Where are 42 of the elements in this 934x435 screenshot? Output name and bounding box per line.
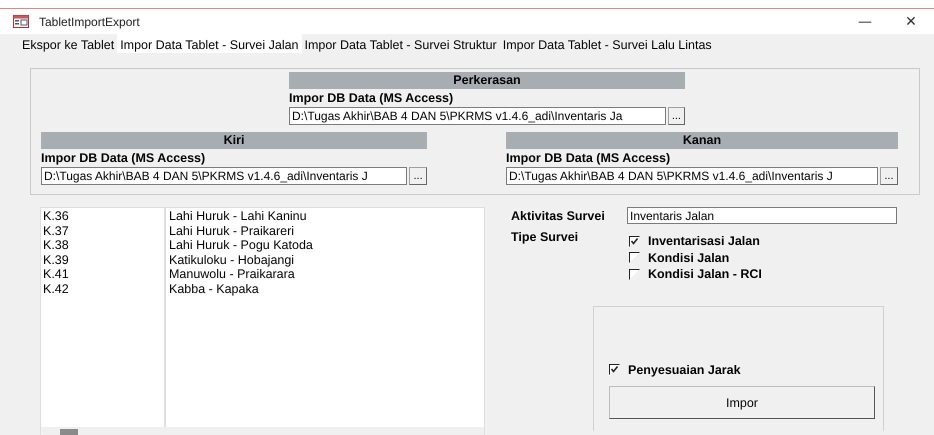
route-code[interactable]: K.38 bbox=[43, 238, 162, 252]
browse-button[interactable]: ... bbox=[409, 167, 427, 185]
route-code[interactable]: K.42 bbox=[43, 282, 162, 296]
browse-button[interactable]: ... bbox=[668, 107, 685, 125]
tab[interactable]: Impor Data Tablet - Survei Jalan bbox=[117, 34, 302, 53]
scrollbar-thumb[interactable] bbox=[60, 429, 78, 435]
route-name[interactable]: Manuwolu - Praikarara bbox=[169, 267, 313, 282]
import-button[interactable]: Impor bbox=[609, 386, 875, 419]
path-field[interactable]: D:\Tugas Akhir\BAB 4 DAN 5\PKRMS v1.4.6_adi\Inventaris J bbox=[41, 167, 408, 185]
checkbox-label: Penyesuaian Jarak bbox=[628, 362, 741, 377]
checkbox-label: Kondisi Jalan bbox=[648, 250, 730, 265]
checkbox-label: Inventarisasi Jalan bbox=[648, 234, 760, 248]
route-code[interactable]: K.37 bbox=[43, 224, 162, 238]
route-name[interactable]: Lahi Huruk - Lahi Kaninu bbox=[169, 209, 313, 224]
route-code[interactable]: K.39 bbox=[43, 252, 162, 267]
route-code[interactable]: K.41 bbox=[43, 267, 162, 282]
route-name[interactable]: Lahi Huruk - Pogu Katoda bbox=[169, 238, 313, 252]
field-label: Aktivitas Survei bbox=[511, 208, 606, 222]
route-code[interactable]: K.36 bbox=[43, 209, 162, 224]
path-field[interactable]: D:\Tugas Akhir\BAB 4 DAN 5\PKRMS v1.4.6_adi\Inventaris Ja bbox=[289, 107, 666, 125]
activity-field[interactable]: Inventaris Jalan bbox=[627, 207, 897, 224]
route-name[interactable]: Lahi Huruk - Praikareri bbox=[169, 224, 313, 238]
route-name[interactable]: Kabba - Kapaka bbox=[169, 282, 313, 296]
field-label: Tipe Survei bbox=[511, 230, 580, 246]
browse-button[interactable]: ... bbox=[880, 167, 898, 185]
checkbox[interactable] bbox=[609, 364, 620, 376]
section-header: Kanan bbox=[506, 132, 898, 149]
section-header: Perkerasan bbox=[289, 72, 685, 89]
minimize-button[interactable]: — bbox=[842, 10, 888, 34]
checkbox-label: Kondisi Jalan - RCI bbox=[648, 267, 762, 282]
window-title: TabletImportExport bbox=[39, 14, 140, 28]
checkbox[interactable] bbox=[629, 236, 640, 247]
app-icon bbox=[13, 15, 29, 28]
route-name[interactable]: Katikuloku - Hobajangi bbox=[169, 252, 313, 267]
checkbox[interactable] bbox=[629, 268, 640, 280]
section-header: Kiri bbox=[41, 132, 427, 149]
close-button[interactable]: ✕ bbox=[888, 10, 934, 34]
field-label: Impor DB Data (MS Access) bbox=[506, 151, 672, 166]
field-label: Impor DB Data (MS Access) bbox=[41, 151, 206, 166]
field-label: Impor DB Data (MS Access) bbox=[289, 91, 454, 106]
path-field[interactable]: D:\Tugas Akhir\BAB 4 DAN 5\PKRMS v1.4.6_adi\Inventaris J bbox=[506, 167, 878, 185]
checkbox[interactable] bbox=[629, 252, 640, 264]
